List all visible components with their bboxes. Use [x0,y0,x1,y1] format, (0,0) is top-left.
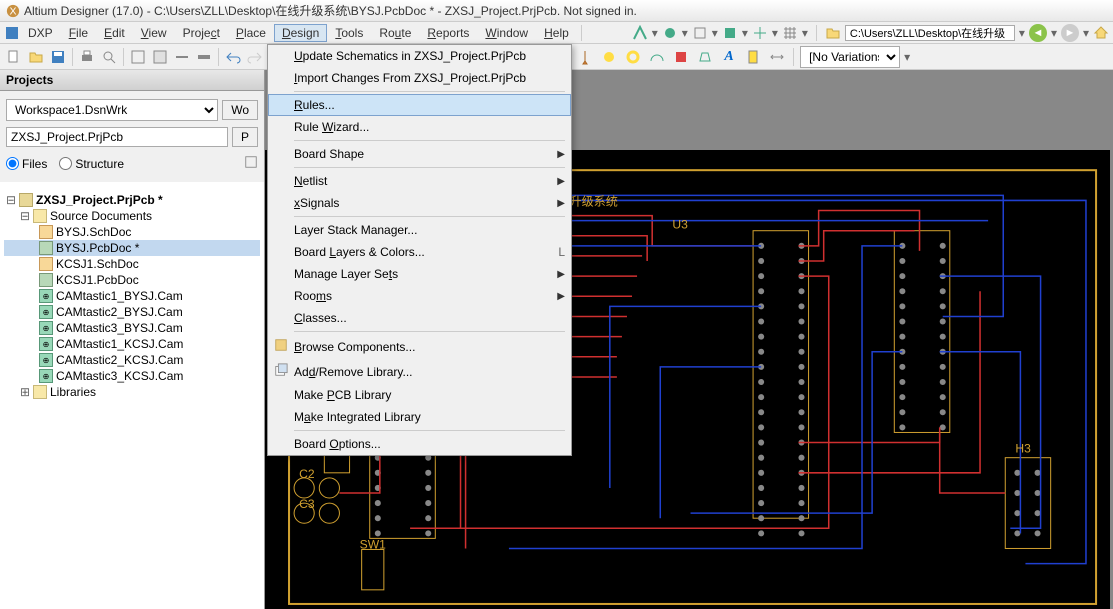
path-input[interactable] [845,25,1015,41]
design-dropdown: Update Schematics in ZXSJ_Project.PrjPcb… [267,44,572,456]
menu-window[interactable]: Window [477,24,536,42]
svg-text:C3: C3 [299,497,315,511]
dd-browse-components[interactable]: Browse Components... [268,334,571,359]
menu-project[interactable]: Project [175,24,228,42]
fill-icon[interactable] [671,47,691,67]
workspace-select[interactable]: Workspace1.DsnWrk [6,99,218,121]
tree-file[interactable]: ⊕CAMtastic3_KCSJ.Cam [4,368,260,384]
filter-settings-icon[interactable] [244,155,258,172]
tree-root[interactable]: ⊟ZXSJ_Project.PrjPcb * [4,192,260,208]
filter-structure-radio[interactable]: Structure [59,157,124,171]
tree-file[interactable]: ⊕CAMtastic1_KCSJ.Cam [4,336,260,352]
app-icon: X [6,4,20,18]
tree-file[interactable]: KCSJ1.PcbDoc [4,272,260,288]
redo-icon[interactable] [245,47,265,67]
dd-classes[interactable]: Classes... [268,307,571,329]
design-icon4[interactable] [722,25,738,41]
panel-title: Projects [0,70,264,91]
tb-icon-d[interactable] [194,47,214,67]
circle-y-icon[interactable] [599,47,619,67]
menu-dxp[interactable]: DXP [20,24,61,42]
project-button[interactable]: P [232,127,258,147]
tree-file[interactable]: ⊕CAMtastic2_KCSJ.Cam [4,352,260,368]
tree-file[interactable]: ⊕CAMtastic1_BYSJ.Cam [4,288,260,304]
menu-file[interactable]: File [61,24,96,42]
home-icon[interactable] [1093,25,1109,41]
design-icon5[interactable] [752,25,768,41]
svg-text:C2: C2 [299,467,315,481]
dd-layer-stack[interactable]: Layer Stack Manager... [268,219,571,241]
folder-icon[interactable] [825,25,841,41]
new-icon[interactable] [4,47,24,67]
dd-import-changes[interactable]: Import Changes From ZXSJ_Project.PrjPcb [268,67,571,89]
svg-text:SW1: SW1 [360,537,386,551]
projects-panel: Projects Workspace1.DsnWrk Wo P Files St… [0,70,265,609]
dd-add-remove-library[interactable]: Add/Remove Library... [268,359,571,384]
tree-file[interactable]: BYSJ.SchDoc [4,224,260,240]
dd-make-integrated-library[interactable]: Make Integrated Library [268,406,571,428]
project-input[interactable] [6,127,228,147]
menu-design[interactable]: Design [274,24,327,42]
dd-netlist[interactable]: Netlist▶ [268,170,571,192]
dd-rooms[interactable]: Rooms▶ [268,285,571,307]
open-icon[interactable] [26,47,46,67]
dim-icon[interactable] [767,47,787,67]
dd-manage-layer-sets[interactable]: Manage Layer Sets▶ [268,263,571,285]
arc2-icon[interactable] [647,47,667,67]
tree-file[interactable]: KCSJ1.SchDoc [4,256,260,272]
filter-files-radio[interactable]: Files [6,157,47,171]
menu-view[interactable]: View [133,24,175,42]
dd-board-options[interactable]: Board Options... [268,433,571,455]
save-icon[interactable] [48,47,68,67]
project-tree: ⊟ZXSJ_Project.PrjPcb * ⊟Source Documents… [4,192,260,400]
dd-rules[interactable]: Rules... [268,94,571,116]
svg-text:U3: U3 [672,218,688,232]
design-icon1[interactable] [632,25,648,41]
ring-icon[interactable] [623,47,643,67]
design-icon3[interactable] [692,25,708,41]
menu-tools[interactable]: Tools [327,24,371,42]
dd-xsignals[interactable]: xSignals▶ [268,192,571,214]
svg-text:H3: H3 [1015,442,1031,456]
nav-fwd-icon[interactable]: ► [1061,24,1079,42]
undo-icon[interactable] [223,47,243,67]
menu-edit[interactable]: Edit [96,24,133,42]
dd-board-layers[interactable]: Board Layers & Colors...L [268,241,571,263]
variations-select[interactable]: [No Variations] [800,46,900,68]
menu-help[interactable]: Help [536,24,577,42]
dd-rule-wizard[interactable]: Rule Wizard... [268,116,571,138]
dd-make-pcb-library[interactable]: Make PCB Library [268,384,571,406]
workspace-button[interactable]: Wo [222,100,258,120]
menubar: DXP File Edit View Project Place Design … [0,22,1113,44]
tb-icon-a[interactable] [128,47,148,67]
dd-board-shape[interactable]: Board Shape▶ [268,143,571,165]
menu-place[interactable]: Place [228,24,274,42]
titlebar: X Altium Designer (17.0) - C:\Users\ZLL\… [0,0,1113,22]
tree-libraries[interactable]: ⊞Libraries [4,384,260,400]
comp-icon[interactable] [743,47,763,67]
menu-reports[interactable]: Reports [419,24,477,42]
poly-icon[interactable] [695,47,715,67]
text-icon[interactable]: A [719,47,739,67]
tree-file[interactable]: BYSJ.PcbDoc * [4,240,260,256]
tree-file[interactable]: ⊕CAMtastic2_BYSJ.Cam [4,304,260,320]
nav-back-icon[interactable]: ◄ [1029,24,1047,42]
tree-folder[interactable]: ⊟Source Documents [4,208,260,224]
dxp-icon[interactable] [4,25,20,41]
tb-icon-b[interactable] [150,47,170,67]
dd-update-schematics[interactable]: Update Schematics in ZXSJ_Project.PrjPcb [268,45,571,67]
tb-icon-c[interactable] [172,47,192,67]
pin-icon[interactable] [575,47,595,67]
svg-text:X: X [9,5,16,17]
print-icon[interactable] [77,47,97,67]
tree-file[interactable]: ⊕CAMtastic3_BYSJ.Cam [4,320,260,336]
grid-icon[interactable] [782,25,798,41]
preview-icon[interactable] [99,47,119,67]
titlebar-text: Altium Designer (17.0) - C:\Users\ZLL\De… [24,2,637,19]
menu-route[interactable]: Route [371,24,419,42]
design-icon2[interactable] [662,25,678,41]
